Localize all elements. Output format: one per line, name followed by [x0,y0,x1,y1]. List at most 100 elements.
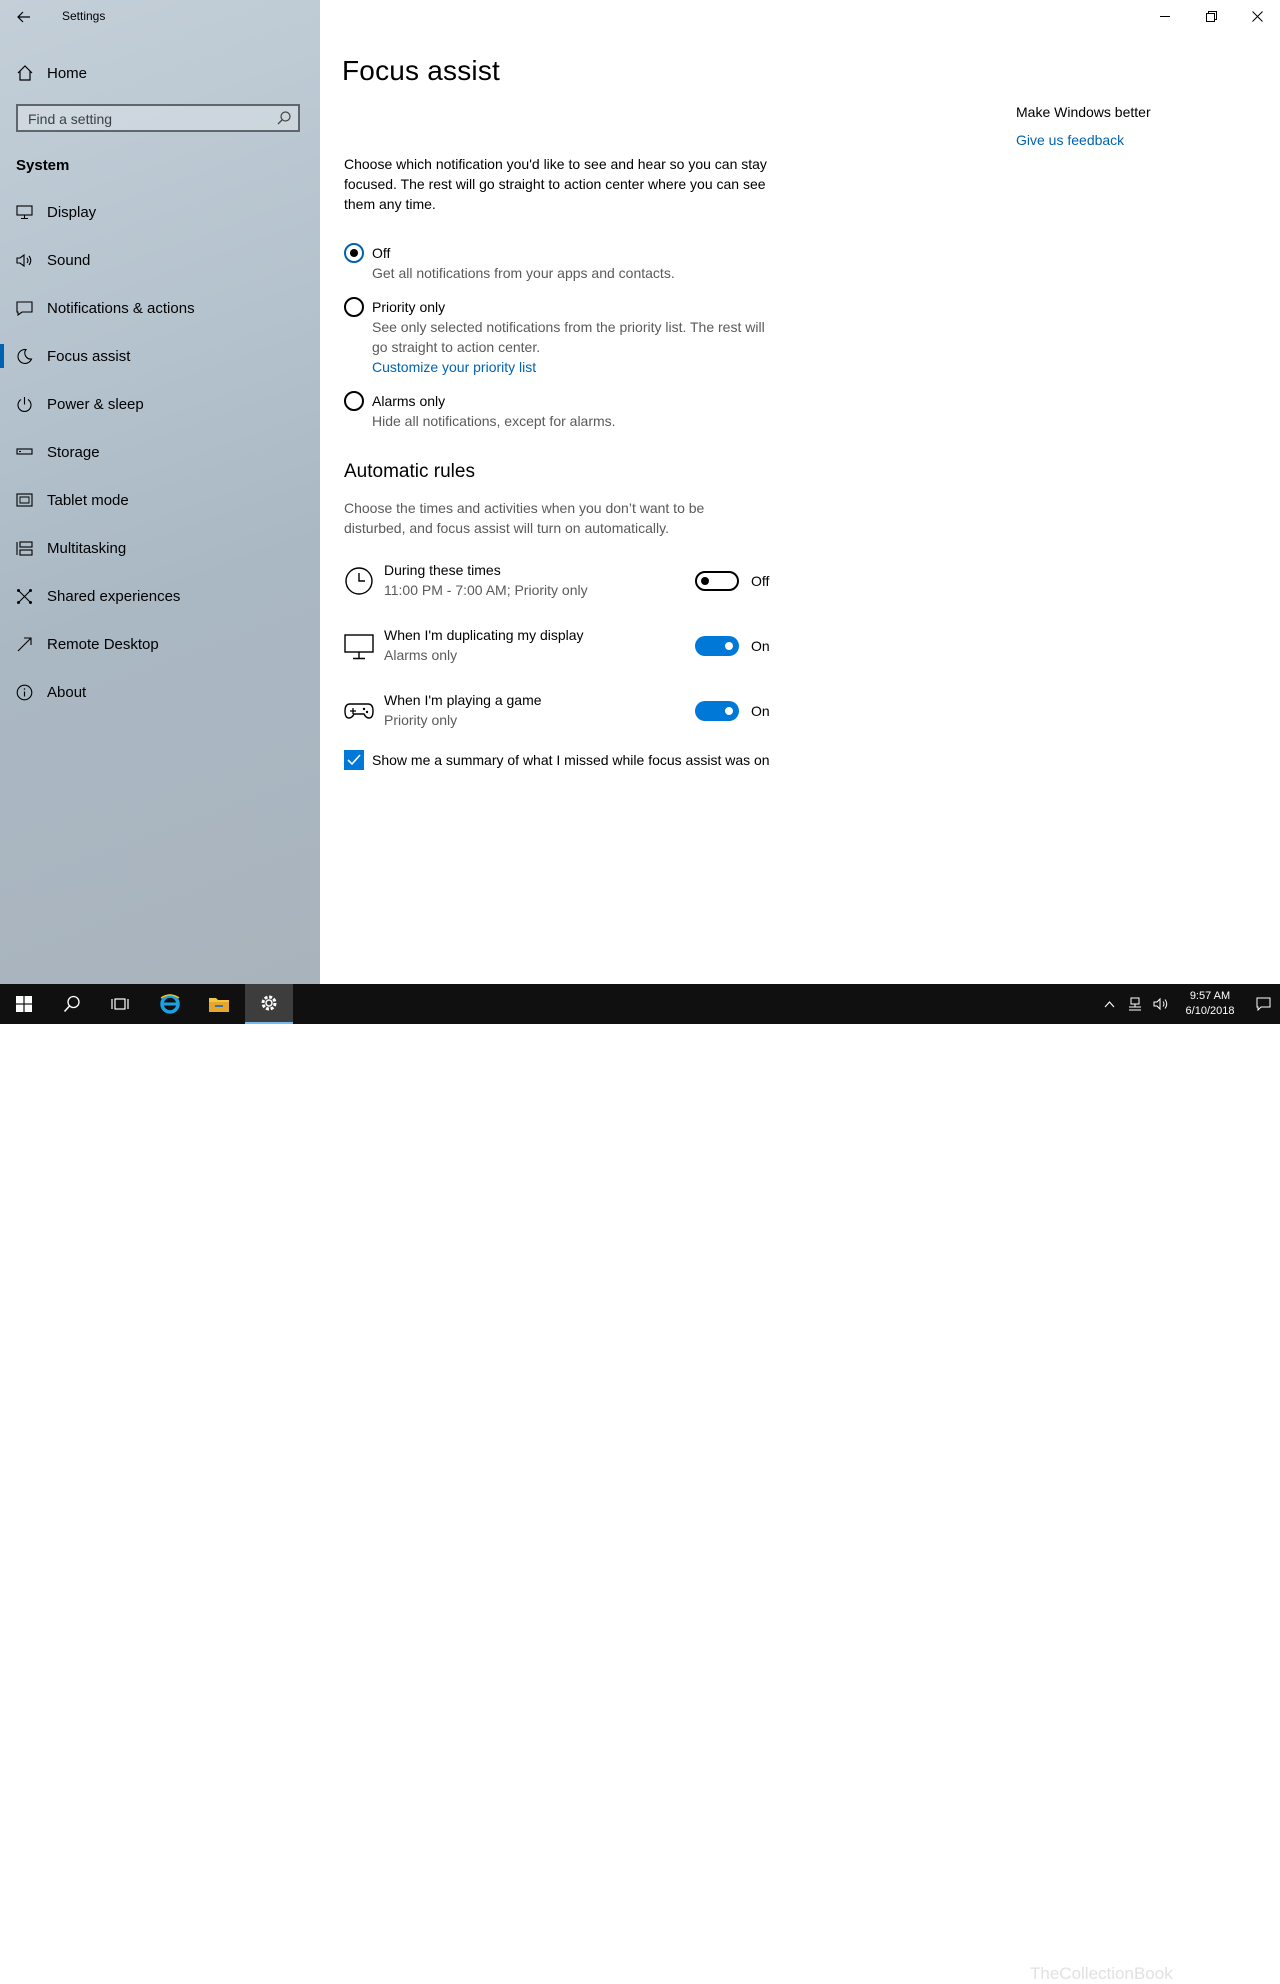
monitor-icon [16,204,33,221]
search-box[interactable] [16,104,300,132]
rule-toggle[interactable] [695,636,739,656]
monitor-icon [344,634,374,660]
aside-title: Make Windows better [1016,104,1151,120]
power-icon [16,396,33,413]
close-icon [1251,10,1263,22]
action-center-button[interactable] [1246,984,1280,1024]
radio-button[interactable] [344,297,364,317]
network-icon [1129,997,1141,1011]
sidebar-item-label: Focus assist [47,347,131,365]
taskbar-file-explorer-button[interactable] [195,984,243,1024]
chevron-up-icon [1104,1000,1114,1007]
rule-during-these-times[interactable]: During these times 11:00 PM - 7:00 AM; P… [344,560,784,604]
sidebar-item-shared-experiences[interactable]: Shared experiences [0,572,320,620]
aside-panel: Make Windows better Give us feedback [1016,102,1151,150]
rule-text: During these times 11:00 PM - 7:00 AM; P… [384,560,588,600]
checkmark-icon [347,754,361,766]
sidebar-item-power-sleep[interactable]: Power & sleep [0,380,320,428]
sidebar-item-tablet-mode[interactable]: Tablet mode [0,476,320,524]
automatic-rules-description: Choose the times and activities when you… [344,500,705,536]
toggle-state-label: Off [751,573,770,589]
rule-subtitle: Alarms only [384,647,458,663]
search-icon[interactable] [276,110,292,126]
folder-icon [209,998,229,1012]
customize-priority-list-link[interactable]: Customize your priority list [372,357,804,377]
sidebar-nav: Display Sound Notifications & actions Fo… [0,188,320,716]
sidebar-item-home[interactable]: Home [16,60,87,86]
minimize-icon [1159,15,1170,17]
rule-toggle[interactable] [695,571,739,591]
search-input[interactable] [18,106,270,132]
task-view-button[interactable] [96,984,144,1024]
home-label: Home [47,64,88,82]
restore-icon [1205,10,1217,22]
minimize-button[interactable] [1142,0,1188,32]
taskbar: TheCollectionBook 9:57 AM 6/10/2018 [0,984,1280,1983]
tablet-icon [16,492,33,509]
sidebar-item-label: Tablet mode [47,491,129,509]
rule-title: When I'm duplicating my display [384,627,584,643]
sidebar-item-label: Storage [47,443,100,461]
home-icon [17,65,33,81]
close-button[interactable] [1234,0,1280,32]
sidebar-item-label: Power & sleep [47,395,144,413]
toggle-state-label: On [751,703,770,719]
show-hidden-icons-button[interactable] [1096,984,1122,1024]
task-view-icon [111,998,129,1010]
rule-toggle[interactable] [695,701,739,721]
remote-icon [16,636,33,653]
sidebar-item-label: Sound [47,251,91,269]
volume-button[interactable] [1148,984,1174,1024]
automatic-rules-heading: Automatic rules [344,461,475,482]
sidebar-item-sound[interactable]: Sound [0,236,320,284]
clock-date: 6/10/2018 [1185,1005,1235,1017]
sidebar-item-storage[interactable]: Storage [0,428,320,476]
moon-icon [16,348,33,365]
search-icon [63,995,80,1013]
radio-button[interactable] [344,243,364,263]
windows-logo-icon [16,996,32,1012]
rule-text: When I'm duplicating my display Alarms o… [384,625,584,665]
rule-text: When I'm playing a game Priority only [384,690,542,730]
info-icon [16,684,33,701]
radio-label: Priority only [372,299,446,315]
radio-description: See only selected notifications from the… [372,319,765,355]
taskbar-edge-button[interactable] [146,984,194,1024]
radio-option-alarms-only[interactable]: Alarms only Hide all notifications, exce… [344,391,804,441]
taskbar-search-button[interactable] [48,984,96,1024]
sidebar-item-label: Notifications & actions [47,299,195,317]
volume-icon [1153,997,1168,1011]
storage-icon [16,444,33,461]
radio-button[interactable] [344,391,364,411]
radio-label: Off [372,245,391,261]
sidebar-item-label: About [47,683,87,701]
sidebar-item-about[interactable]: About [0,668,320,716]
taskbar-clock[interactable]: 9:57 AM 6/10/2018 [1174,989,1246,1019]
gear-icon [261,995,277,1011]
section-label: System [16,157,70,174]
network-button[interactable] [1122,984,1148,1024]
sidebar-item-focus-assist[interactable]: Focus assist [0,332,320,380]
summary-checkbox-label: Show me a summary of what I missed while… [372,752,770,768]
sidebar-item-display[interactable]: Display [0,188,320,236]
back-button[interactable] [12,6,36,28]
taskbar-settings-button[interactable] [245,984,293,1024]
rule-title: When I'm playing a game [384,692,542,708]
radio-option-priority-only[interactable]: Priority only See only selected notifica… [344,297,804,391]
summary-checkbox[interactable] [344,750,364,770]
sidebar-item-multitasking[interactable]: Multitasking [0,524,320,572]
start-button[interactable] [0,984,48,1024]
give-feedback-link[interactable]: Give us feedback [1016,130,1151,150]
rule-playing-game[interactable]: When I'm playing a game Priority only On [344,690,784,734]
restore-button[interactable] [1188,0,1234,32]
sidebar: Settings Home System Display Sound Notif… [0,0,320,984]
rule-subtitle: Priority only [384,712,458,728]
radio-option-off[interactable]: Off Get all notifications from your apps… [344,243,804,297]
sidebar-item-remote-desktop[interactable]: Remote Desktop [0,620,320,668]
rule-subtitle: 11:00 PM - 7:00 AM; Priority only [384,582,588,598]
sidebar-item-notifications[interactable]: Notifications & actions [0,284,320,332]
summary-checkbox-row[interactable]: Show me a summary of what I missed while… [344,750,770,770]
title-bar: Settings [0,0,320,34]
rule-duplicating-display[interactable]: When I'm duplicating my display Alarms o… [344,625,784,669]
speaker-icon [16,252,33,269]
